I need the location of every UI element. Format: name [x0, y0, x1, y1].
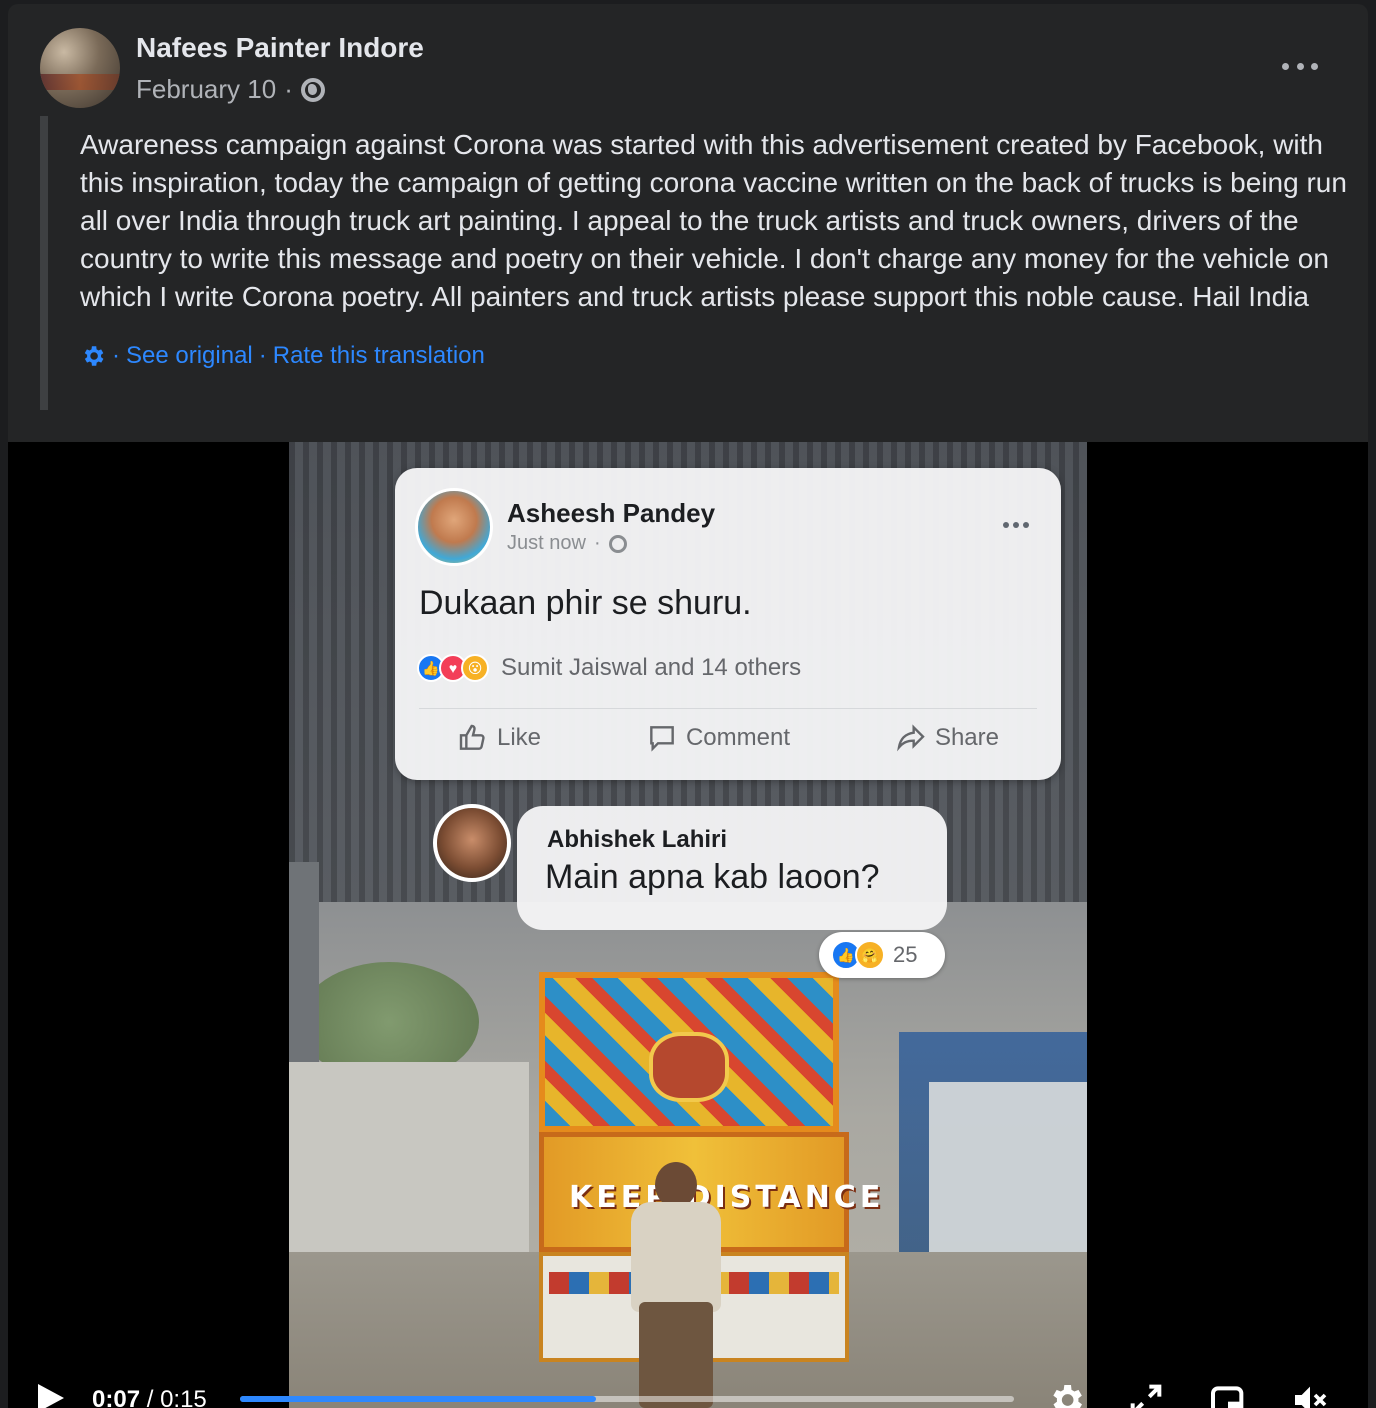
- wow-reaction-icon: 😮: [461, 654, 489, 682]
- play-icon[interactable]: [38, 1384, 64, 1408]
- comment-bubble: Abhishek Lahiri Main apna kab laoon?: [517, 806, 947, 930]
- rate-translation-link[interactable]: Rate this translation: [273, 342, 485, 370]
- person-shirt: [631, 1202, 721, 1312]
- embedded-meta: Just now ·: [507, 532, 627, 555]
- post-body-text: Awareness campaign against Corona was st…: [80, 129, 1347, 312]
- author-name[interactable]: Nafees Painter Indore: [136, 32, 424, 64]
- video-frame: KEEP DISTANCE Asheesh Pandey Just now · …: [289, 442, 1087, 1408]
- translation-links: · See original · Rate this translation: [80, 342, 1350, 370]
- fullscreen-icon[interactable]: [1126, 1380, 1166, 1408]
- video-player[interactable]: KEEP DISTANCE Asheesh Pandey Just now · …: [8, 442, 1368, 1408]
- muted-icon[interactable]: [1290, 1380, 1330, 1408]
- see-original-link[interactable]: See original: [126, 342, 253, 370]
- reaction-summary: Sumit Jaiswal and 14 others: [501, 654, 802, 681]
- time-separator: /: [146, 1386, 154, 1408]
- embedded-author: Asheesh Pandey: [507, 498, 716, 528]
- comment-icon: [650, 726, 674, 752]
- picture-in-picture-icon[interactable]: [1208, 1380, 1248, 1408]
- video-time: 0:07 / 0:15: [92, 1386, 207, 1408]
- current-time: 0:07: [92, 1386, 141, 1408]
- share-icon: [897, 724, 925, 752]
- video-controls: 0:07 / 0:15: [8, 1366, 1368, 1408]
- wall: [289, 1062, 529, 1252]
- translation-separator: ·: [112, 342, 120, 369]
- settings-icon[interactable]: [1046, 1380, 1086, 1408]
- translated-post: Awareness campaign against Corona was st…: [40, 116, 1350, 410]
- comment-reactions: 👍 🤗 25: [819, 932, 945, 978]
- commenter-avatar: [433, 804, 511, 882]
- reaction-count: 25: [893, 942, 918, 967]
- embedded-post-card: Asheesh Pandey Just now · Dukaan phir se…: [395, 468, 1061, 780]
- thumbs-up-icon: [459, 724, 485, 750]
- gear-icon[interactable]: [80, 343, 106, 369]
- progress-fill: [240, 1396, 597, 1402]
- globe-icon[interactable]: [300, 77, 325, 102]
- truck-emblem: [649, 1032, 729, 1102]
- like-action: Like: [457, 722, 541, 754]
- meta-separator: ·: [284, 74, 293, 104]
- comment-text: Main apna kab laoon?: [545, 858, 880, 896]
- more-options-button[interactable]: [1278, 50, 1322, 82]
- embedded-actions: Like Comment Share: [419, 722, 1037, 754]
- embedded-time: Just now: [507, 532, 586, 554]
- more-dot: [1296, 62, 1304, 70]
- divider: [419, 708, 1037, 709]
- embedded-separator: ·: [593, 532, 601, 554]
- embedded-avatar: [415, 488, 493, 566]
- comment-action: Comment: [646, 722, 790, 754]
- post-meta: February 10 ·: [136, 74, 325, 105]
- embedded-post-text: Dukaan phir se shuru.: [419, 584, 752, 622]
- more-dot: [1282, 62, 1289, 70]
- author-avatar[interactable]: [40, 28, 120, 108]
- more-horizontal-icon: [1003, 522, 1029, 528]
- commenter-name: Abhishek Lahiri: [547, 826, 728, 853]
- share-action: Share: [895, 722, 999, 754]
- globe-icon: [608, 534, 627, 553]
- progress-bar[interactable]: [240, 1396, 1014, 1402]
- post-card: Nafees Painter Indore February 10 · Awar…: [8, 4, 1368, 1408]
- embedded-reactions: 👍 ♥ 😮 Sumit Jaiswal and 14 others: [417, 654, 801, 682]
- duration: 0:15: [160, 1386, 207, 1408]
- translation-separator: ·: [258, 342, 267, 369]
- avatar-decoration: [40, 74, 120, 90]
- post-date[interactable]: February 10: [136, 74, 276, 105]
- more-dot: [1311, 62, 1318, 70]
- care-reaction-icon: 🤗: [855, 940, 885, 970]
